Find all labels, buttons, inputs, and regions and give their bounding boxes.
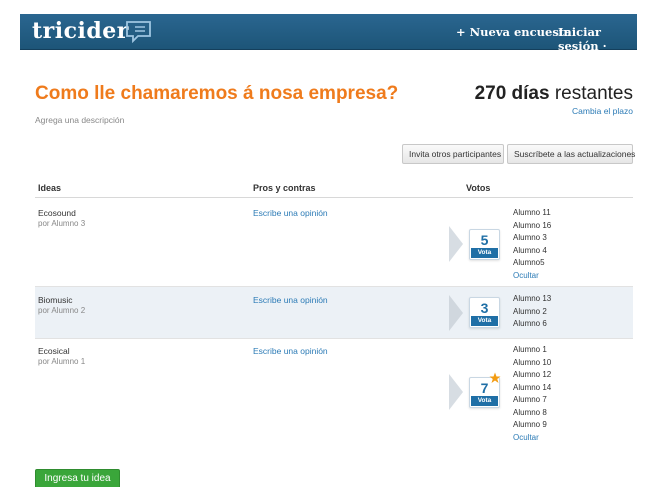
idea-name: Biomusic <box>38 295 73 305</box>
logo-text[interactable]: tricider <box>32 18 129 44</box>
voter-name: Alumno 16 <box>513 220 552 230</box>
voter-name: Alumno 3 <box>513 233 547 242</box>
voter-name: Alumno5 <box>513 258 545 267</box>
hide-voters-link[interactable]: Ocultar <box>513 432 551 445</box>
hide-voters-link[interactable]: Ocultar <box>513 270 551 283</box>
voter-name: Alumno 14 <box>513 382 552 392</box>
invite-participants-button[interactable]: Invita otros participantes <box>402 144 504 164</box>
voter-name: Alumno 12 <box>513 370 552 379</box>
days-count: 270 días <box>474 83 550 104</box>
vote-button[interactable]: Vota <box>471 316 498 326</box>
login-link[interactable]: Iniciar sesión · <box>558 25 637 53</box>
days-remaining: 270 días restantes <box>475 83 633 105</box>
column-header-ideas: Ideas <box>38 183 62 193</box>
new-poll-link[interactable]: + Nueva encuesta <box>456 25 572 39</box>
vote-box[interactable]: 3 Vota <box>469 297 500 328</box>
idea-author: por Alumno 2 <box>38 306 86 315</box>
vote-count: 5 <box>480 232 489 248</box>
voter-name: Alumno 2 <box>513 306 547 316</box>
voter-name: Alumno 7 <box>513 395 547 404</box>
write-opinion-link[interactable]: Escribe una opinión <box>253 295 328 305</box>
top-bar: tricider + Nueva encuesta Iniciar sesión… <box>0 0 647 53</box>
voter-name: Alumno 6 <box>513 319 547 328</box>
speech-bubble-icon <box>126 21 151 43</box>
voter-name: Alumno 10 <box>513 357 552 367</box>
star-icon <box>489 372 501 383</box>
table-row: Biomusic por Alumno 2 Escribe una opinió… <box>35 287 633 339</box>
vote-box[interactable]: 5 Vota <box>469 229 500 260</box>
column-header-pros: Pros y contras <box>253 183 316 193</box>
voter-list: Alumno 13 Alumno 2 Alumno 6 <box>513 293 551 331</box>
voter-name: Alumno 9 <box>513 420 547 429</box>
write-opinion-link[interactable]: Escribe una opinión <box>253 346 328 356</box>
chevron-right-icon <box>449 295 463 331</box>
days-suffix: restantes <box>549 83 633 104</box>
idea-name: Ecosical <box>38 346 70 356</box>
voter-name: Alumno 11 <box>513 208 551 217</box>
idea-author: por Alumno 3 <box>38 219 86 228</box>
vote-button[interactable]: Vota <box>471 396 498 406</box>
idea-author: por Alumno 1 <box>38 357 86 366</box>
voter-list: Alumno 11 Alumno 16 Alumno 3 Alumno 4 Al… <box>513 207 551 282</box>
voter-name: Alumno 4 <box>513 245 547 255</box>
header-nav: tricider + Nueva encuesta Iniciar sesión… <box>20 14 637 53</box>
table-row: Ecosical por Alumno 1 Escribe una opinió… <box>35 339 633 455</box>
submit-idea-button[interactable]: Ingresa tu idea <box>35 469 120 487</box>
page-title: Como lle chamaremos á nosa empresa? <box>35 83 399 104</box>
chevron-right-icon <box>449 226 463 262</box>
write-opinion-link[interactable]: Escribe una opinión <box>253 208 328 218</box>
change-deadline-link[interactable]: Cambia el plazo <box>572 106 633 116</box>
subscribe-updates-button[interactable]: Suscríbete a las actualizaciones <box>507 144 635 164</box>
voter-list: Alumno 1 Alumno 10 Alumno 12 Alumno 14 A… <box>513 344 551 444</box>
add-description-link[interactable]: Agrega una descripción <box>35 115 124 125</box>
voter-name: Alumno 8 <box>513 407 547 417</box>
voter-name: Alumno 1 <box>513 345 547 354</box>
column-header-votes: Votos <box>466 183 491 193</box>
vote-button[interactable]: Vota <box>471 248 498 258</box>
chevron-right-icon <box>449 374 463 410</box>
idea-name: Ecosound <box>38 208 76 218</box>
voter-name: Alumno 13 <box>513 294 552 303</box>
vote-count: 3 <box>480 300 489 316</box>
table-row: Ecosound por Alumno 3 Escribe una opinió… <box>35 198 633 287</box>
